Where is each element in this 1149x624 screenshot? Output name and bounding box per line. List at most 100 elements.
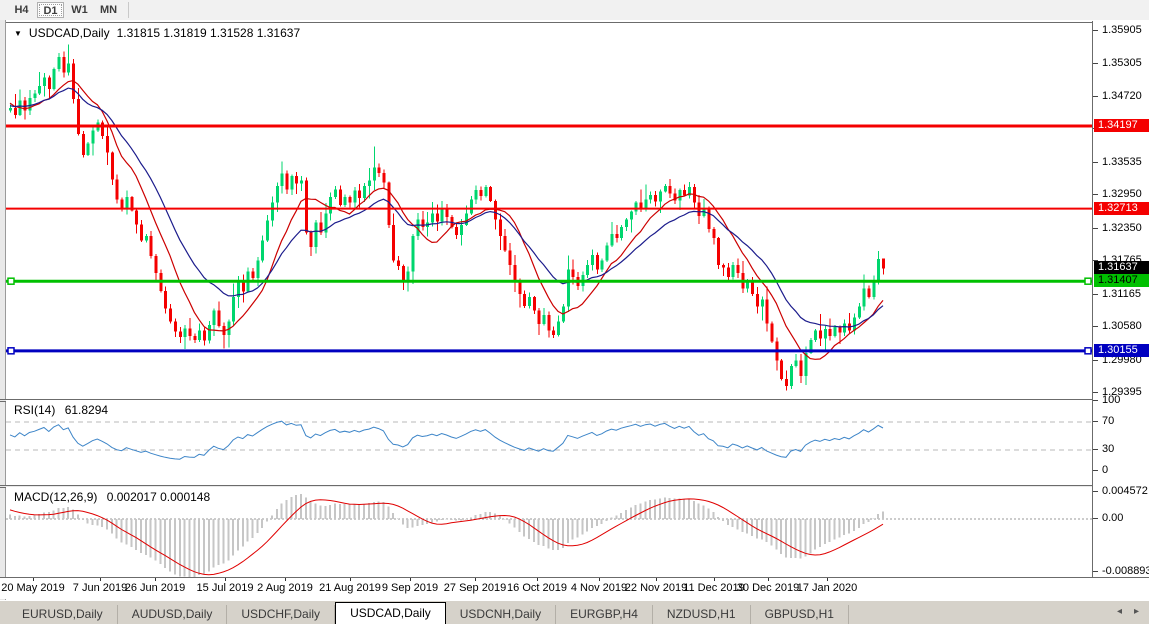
date-tick-mark [410,578,411,581]
date-tick-mark [768,578,769,581]
rsi-chart[interactable] [6,400,1092,484]
tabs-scroll-right-icon[interactable]: ▸ [1134,606,1139,617]
macd-label: MACD(12,26,9) [14,490,97,504]
date-tick-label: 7 Jun 2019 [73,582,127,594]
date-tick-label: 21 Aug 2019 [319,582,381,594]
price-tick-mark [1093,228,1098,229]
price-badge-1.31637: 1.31637 [1094,261,1149,274]
price-tick-mark [1093,326,1098,327]
price-tick-label: 1.32950 [1102,188,1142,200]
chart-tab-bar: EURUSD,DailyAUDUSD,DailyUSDCHF,DailyUSDC… [0,600,1149,624]
date-tick-mark [599,578,600,581]
date-tick-label: 26 Jun 2019 [125,582,186,594]
price-tick-mark [1093,162,1098,163]
rsi-indicator-pane[interactable]: RSI(14) 61.8294 [6,400,1092,484]
chart-tab-eurusd-daily[interactable]: EURUSD,Daily [8,605,118,624]
price-tick-label: 1.35905 [1102,24,1142,36]
price-tick-mark [1093,360,1098,361]
rsi-tick-label: 100 [1102,394,1120,406]
price-chart-pane[interactable]: ▼ USDCAD,Daily 1.31815 1.31819 1.31528 1… [6,22,1092,398]
chart-window: ▼ USDCAD,Daily 1.31815 1.31819 1.31528 1… [0,20,1149,600]
price-tick-label: 1.35305 [1102,57,1142,69]
chart-title: ▼ USDCAD,Daily 1.31815 1.31819 1.31528 1… [14,26,300,40]
date-tick-mark [225,578,226,581]
rsi-label: RSI(14) [14,403,55,417]
date-tick-mark [656,578,657,581]
chart-tab-nzdusd-h1[interactable]: NZDUSD,H1 [653,605,751,624]
timeframe-button-w1[interactable]: W1 [66,2,93,18]
date-tick-label: 27 Sep 2019 [444,582,506,594]
date-tick-mark [827,578,828,581]
timeframe-toolbar: H4D1W1MN [0,0,1149,21]
terminal-window: H4D1W1MN ▼ USDCAD,Daily 1.31815 1.31819 … [0,0,1149,624]
rsi-tick-mark [1093,449,1098,450]
price-badge-1.32713: 1.32713 [1094,202,1149,215]
price-tick-mark [1093,294,1098,295]
macd-tick-mark [1093,571,1098,572]
price-tick-label: 1.31165 [1102,288,1141,300]
price-tick-mark [1093,63,1098,64]
rsi-tick-mark [1093,421,1098,422]
chart-ohlc-values: 1.31815 1.31819 1.31528 1.31637 [117,26,301,40]
chart-tabs: EURUSD,DailyAUDUSD,DailyUSDCHF,DailyUSDC… [8,602,849,624]
date-tick-mark [714,578,715,581]
macd-tick-mark [1093,491,1098,492]
price-tick-mark [1093,392,1098,393]
symbol-dropdown-icon[interactable]: ▼ [14,29,22,38]
macd-tick-label: 0.00 [1102,512,1123,524]
chart-tab-usdchf-daily[interactable]: USDCHF,Daily [227,605,335,624]
toolbar-separator [128,2,129,18]
time-axis[interactable]: 20 May 20197 Jun 201926 Jun 201915 Jul 2… [0,577,1149,599]
price-badge-1.34197: 1.34197 [1094,119,1149,132]
price-tick-label: 1.33535 [1102,156,1142,168]
candlesticks [9,45,885,391]
hline-handle[interactable] [1085,348,1091,354]
date-tick-mark [537,578,538,581]
chart-symbol-label: USDCAD,Daily [29,26,110,40]
timeframe-button-d1[interactable]: D1 [37,2,64,18]
price-tick-label: 1.34720 [1102,90,1142,102]
rsi-tick-label: 70 [1102,415,1114,427]
macd-label-row: MACD(12,26,9) 0.002017 0.000148 [14,490,210,504]
price-badge-1.30155: 1.30155 [1094,344,1149,357]
candlestick-chart[interactable] [6,23,1092,398]
rsi-tick-mark [1093,470,1098,471]
hline-handle[interactable] [1085,278,1091,284]
price-tick-label: 1.32350 [1102,222,1142,234]
chart-tab-gbpusd-h1[interactable]: GBPUSD,H1 [751,605,849,624]
rsi-tick-label: 0 [1102,464,1108,476]
price-tick-label: 1.30580 [1102,320,1142,332]
macd-histogram [10,494,883,577]
chart-tab-audusd-daily[interactable]: AUDUSD,Daily [118,605,228,624]
tabs-scroll-left-icon[interactable]: ◂ [1117,606,1122,617]
date-tick-mark [100,578,101,581]
price-tick-mark [1093,30,1098,31]
timeframe-button-h4[interactable]: H4 [8,2,35,18]
macd-indicator-pane[interactable]: MACD(12,26,9) 0.002017 0.000148 [6,487,1092,577]
chart-tab-usdcad-daily[interactable]: USDCAD,Daily [335,602,446,624]
price-badge-1.31407: 1.31407 [1094,274,1149,287]
date-tick-label: 16 Oct 2019 [507,582,567,594]
date-tick-label: 17 Jan 2020 [797,582,858,594]
date-tick-label: 15 Jul 2019 [197,582,254,594]
date-tick-mark [33,578,34,581]
chart-tab-eurgbp-h4[interactable]: EURGBP,H4 [556,605,653,624]
hline-handle[interactable] [8,278,14,284]
date-tick-label: 4 Nov 2019 [571,582,627,594]
macd-values: 0.002017 0.000148 [107,490,210,504]
date-tick-label: 9 Sep 2019 [382,582,438,594]
date-tick-label: 2 Aug 2019 [257,582,313,594]
date-tick-mark [285,578,286,581]
price-axis[interactable]: 1.359051.353051.347201.341351.335351.329… [1092,21,1149,577]
date-tick-label: 11 Dec 2019 [683,582,745,594]
date-tick-label: 30 Dec 2019 [737,582,799,594]
rsi-value: 61.8294 [65,403,108,417]
macd-tick-label: -0.008893 [1102,565,1149,577]
chart-tab-usdcnh-daily[interactable]: USDCNH,Daily [446,605,556,624]
timeframe-button-mn[interactable]: MN [95,2,122,18]
date-tick-mark [155,578,156,581]
hline-handle[interactable] [8,348,14,354]
date-tick-mark [350,578,351,581]
date-tick-mark [475,578,476,581]
rsi-tick-mark [1093,400,1098,401]
